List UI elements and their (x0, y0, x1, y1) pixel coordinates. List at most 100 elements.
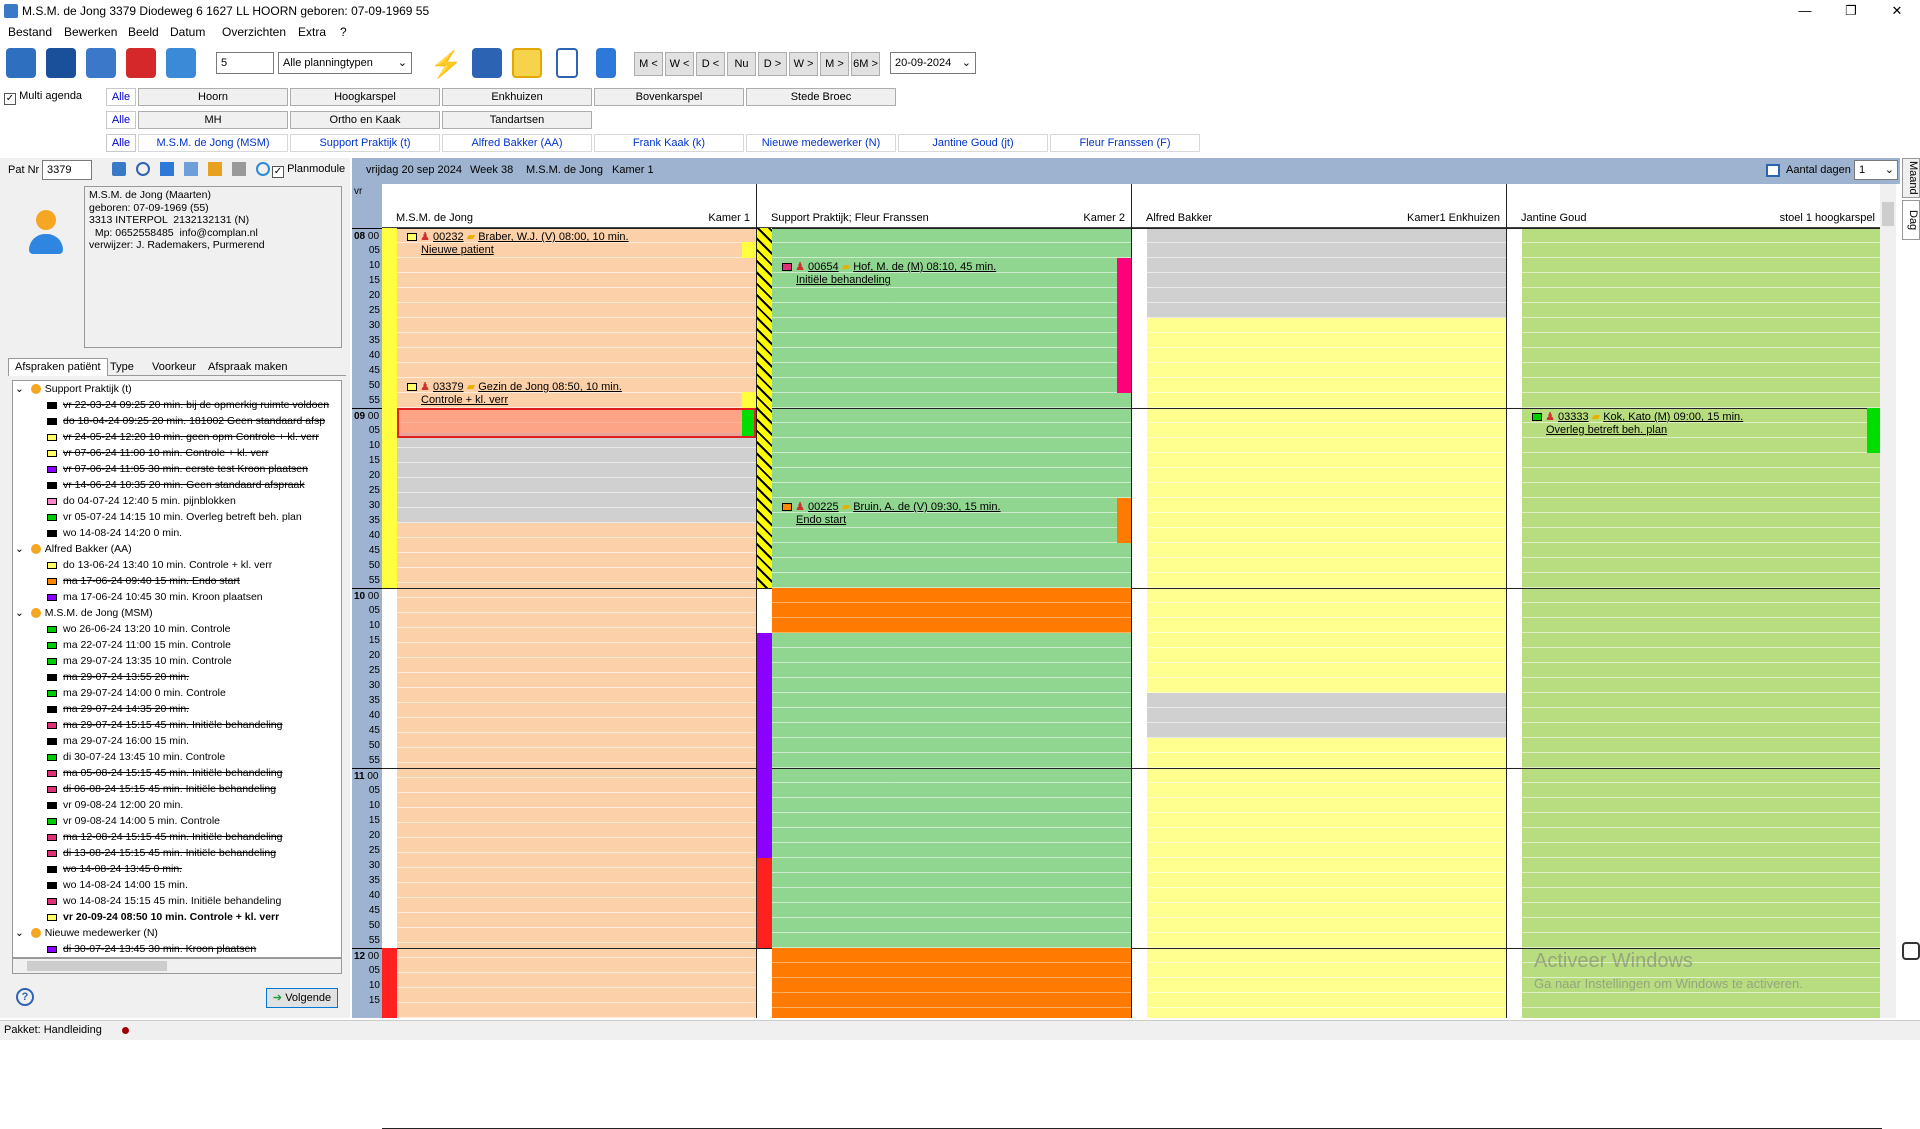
persons-all[interactable]: Alle (106, 134, 136, 152)
help-icon[interactable]: ? (16, 988, 34, 1006)
phone-icon[interactable] (596, 48, 616, 78)
nav-day-back[interactable]: D < (696, 52, 725, 76)
appointment[interactable]: ♟ 03379 ▰ Gezin de Jong 08:50, 10 min. C… (397, 378, 756, 408)
card-icon[interactable] (160, 162, 174, 176)
group-tandartsen[interactable]: Tandartsen (442, 111, 592, 129)
group-mh[interactable]: MH (138, 111, 288, 129)
tree-item[interactable]: vr 09-08-24 12:00 20 min. (13, 797, 341, 813)
tree-item[interactable]: do 04-07-24 12:40 5 min. pijnblokken (13, 493, 341, 509)
collapse-icon[interactable]: ⌄ (15, 927, 24, 939)
person-fleur-franssen[interactable]: Fleur Franssen (F) (1050, 134, 1200, 152)
person-support-praktijk[interactable]: Support Praktijk (t) (290, 134, 440, 152)
tab-type[interactable]: Type (106, 360, 138, 374)
paperclip-icon[interactable] (556, 48, 578, 78)
binoculars-icon[interactable] (46, 48, 76, 78)
slot-block[interactable] (397, 433, 757, 523)
agenda-scrollbar[interactable] (1880, 184, 1896, 1018)
tree-item[interactable]: vr 24-05-24 12:20 10 min. geen opm Contr… (13, 429, 341, 445)
slot-block[interactable] (1147, 693, 1507, 738)
menu-help[interactable]: ? (340, 25, 347, 39)
person-frank-kaak[interactable]: Frank Kaak (k) (594, 134, 744, 152)
planmodule-toggle[interactable]: ✓ Planmodule (272, 163, 345, 178)
slot-block[interactable] (1147, 318, 1507, 693)
slot-block[interactable] (397, 523, 757, 1018)
location-hoorn[interactable]: Hoorn (138, 88, 288, 106)
calendar-icon[interactable] (1766, 164, 1780, 177)
tree-item[interactable]: vr 20-09-24 08:50 10 min. Controle + kl.… (13, 909, 341, 925)
tree-item[interactable]: do 13-06-24 13:40 10 min. Controle + kl.… (13, 557, 341, 573)
tree-item[interactable]: ma 29-07-24 14:35 20 min. (13, 701, 341, 717)
tree-item[interactable]: di 30-07-24 13:45 10 min. Controle (13, 749, 341, 765)
chat-icon[interactable] (1902, 942, 1920, 960)
date-picker[interactable]: 20-09-2024 ⌄ (890, 52, 976, 74)
minimize-button[interactable]: — (1782, 0, 1828, 22)
refresh-icon[interactable] (256, 162, 270, 176)
tree-item[interactable]: wo 14-08-24 14:00 15 min. (13, 877, 341, 893)
tree-item[interactable]: ma 29-07-24 15:15 45 min. Initiële behan… (13, 717, 341, 733)
tree-group[interactable]: ⌄ Nieuwe medewerker (N) (13, 925, 341, 941)
tab-dag[interactable]: Dag (1902, 200, 1920, 240)
print-icon[interactable] (86, 48, 116, 78)
tree-item[interactable]: di 30-07-24 13:45 30 min. Kroon plaatsen (13, 941, 341, 957)
location-hoogkarspel[interactable]: Hoogkarspel (290, 88, 440, 106)
tree-item[interactable]: vr 07-06-24 11:00 10 min. Controle + kl.… (13, 445, 341, 461)
tree-item[interactable]: vr 07-06-24 11:05 30 min. eerste test Kr… (13, 461, 341, 477)
agenda-column-header[interactable]: Support Praktijk; Fleur Franssen Kamer 2 (757, 184, 1132, 228)
tree-group[interactable]: ⌄ M.S.M. de Jong (MSM) (13, 605, 341, 621)
menu-bewerken[interactable]: Bewerken (64, 25, 117, 39)
location-bovenkarspel[interactable]: Bovenkarspel (594, 88, 744, 106)
selected-slot[interactable] (397, 408, 756, 438)
tree-item[interactable]: di 06-08-24 15:15 45 min. Initiële behan… (13, 781, 341, 797)
award-icon[interactable] (126, 48, 156, 78)
tree-item[interactable]: ma 17-06-24 10:45 30 min. Kroon plaatsen (13, 589, 341, 605)
agenda-column-header[interactable]: Alfred Bakker Kamer1 Enkhuizen (1132, 184, 1507, 228)
person-jantine-goud[interactable]: Jantine Goud (jt) (898, 134, 1048, 152)
menu-datum[interactable]: Datum (170, 25, 205, 39)
menu-bestand[interactable]: Bestand (8, 25, 52, 39)
slot-block[interactable] (1522, 228, 1882, 1018)
note-icon[interactable] (512, 48, 542, 78)
next-button[interactable]: ➔ Volgende (266, 988, 338, 1008)
nav-today[interactable]: Nu (727, 52, 756, 76)
slot-block[interactable] (1147, 228, 1507, 318)
nav-month-forward[interactable]: M > (820, 52, 849, 76)
person-alfred-bakker[interactable]: Alfred Bakker (AA) (442, 134, 592, 152)
menu-extra[interactable]: Extra (298, 25, 326, 39)
info-icon[interactable] (136, 162, 150, 176)
tab-voorkeur[interactable]: Voorkeur (148, 360, 200, 374)
close-button[interactable]: ✕ (1874, 0, 1920, 22)
tree-item[interactable]: ma 29-07-24 13:35 10 min. Controle (13, 653, 341, 669)
group-ortho-en-kaak[interactable]: Ortho en Kaak (290, 111, 440, 129)
groups-all[interactable]: Alle (106, 111, 136, 129)
tree-item[interactable]: ma 12-08-24 15:15 45 min. Initiële behan… (13, 829, 341, 845)
calculator-icon[interactable] (472, 48, 502, 78)
nav-week-forward[interactable]: W > (789, 52, 818, 76)
tree-item[interactable]: wo 14-08-24 14:20 0 min. (13, 525, 341, 541)
checklist-icon[interactable] (166, 48, 196, 78)
collapse-icon[interactable]: ⌄ (15, 607, 24, 619)
person-msm-de-jong[interactable]: M.S.M. de Jong (MSM) (138, 134, 288, 152)
planningtype-select[interactable]: Alle planningtypen ⌄ (278, 52, 412, 74)
agenda-grid[interactable]: M.S.M. de Jong Kamer 1 Support Praktijk;… (382, 184, 1900, 1129)
maximize-button[interactable]: ❐ (1828, 0, 1874, 22)
person-nieuwe-medewerker[interactable]: Nieuwe medewerker (N) (746, 134, 896, 152)
blocked-slot[interactable] (772, 588, 1131, 633)
menu-beeld[interactable]: Beeld (128, 25, 159, 39)
nav-month-back[interactable]: M < (634, 52, 663, 76)
pat-nr-input[interactable]: 3379 (42, 160, 92, 180)
tab-afspraken-patient[interactable]: Afspraken patiënt (8, 358, 108, 376)
blocked-slot[interactable] (772, 948, 1131, 1018)
menu-overzichten[interactable]: Overzichten (222, 25, 286, 39)
appointment[interactable]: ♟ 00225 ▰ Bruin, A. de (V) 09:30, 15 min… (772, 498, 1131, 543)
tree-item[interactable]: vr 05-07-24 14:15 10 min. Overleg betref… (13, 509, 341, 525)
tree-group[interactable]: ⌄ Alfred Bakker (AA) (13, 541, 341, 557)
tree-item[interactable]: ma 05-08-24 15:15 45 min. Initiële behan… (13, 765, 341, 781)
count-spinner[interactable]: 5 (216, 52, 274, 74)
tree-item[interactable]: vr 09-08-24 14:00 5 min. Controle (13, 813, 341, 829)
tree-item[interactable]: wo 14-08-24 13:45 0 min. (13, 861, 341, 877)
tree-item[interactable]: do 18-04-24 09:25 20 min. 181002 Geen st… (13, 413, 341, 429)
nav-week-back[interactable]: W < (665, 52, 694, 76)
tree-item[interactable]: wo 14-08-24 15:15 45 min. Initiële behan… (13, 893, 341, 909)
tree-item[interactable]: ma 29-07-24 13:55 20 min. (13, 669, 341, 685)
agenda-column-header[interactable]: M.S.M. de Jong Kamer 1 (382, 184, 757, 228)
